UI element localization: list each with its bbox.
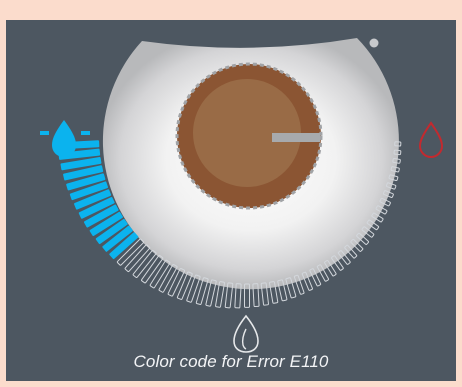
hot-drop-icon <box>418 121 444 159</box>
knob-indicator <box>272 133 320 142</box>
thermostat-dial-graphic <box>40 38 444 353</box>
temperature-knob[interactable] <box>175 62 323 210</box>
segment-unlit <box>167 268 186 297</box>
segment-unlit <box>158 264 178 293</box>
flame-icon <box>233 314 259 353</box>
status-dot-icon <box>369 38 379 48</box>
caption: Color code for Error E110 <box>133 352 329 371</box>
screen: Color code for Error E110 <box>0 0 462 387</box>
